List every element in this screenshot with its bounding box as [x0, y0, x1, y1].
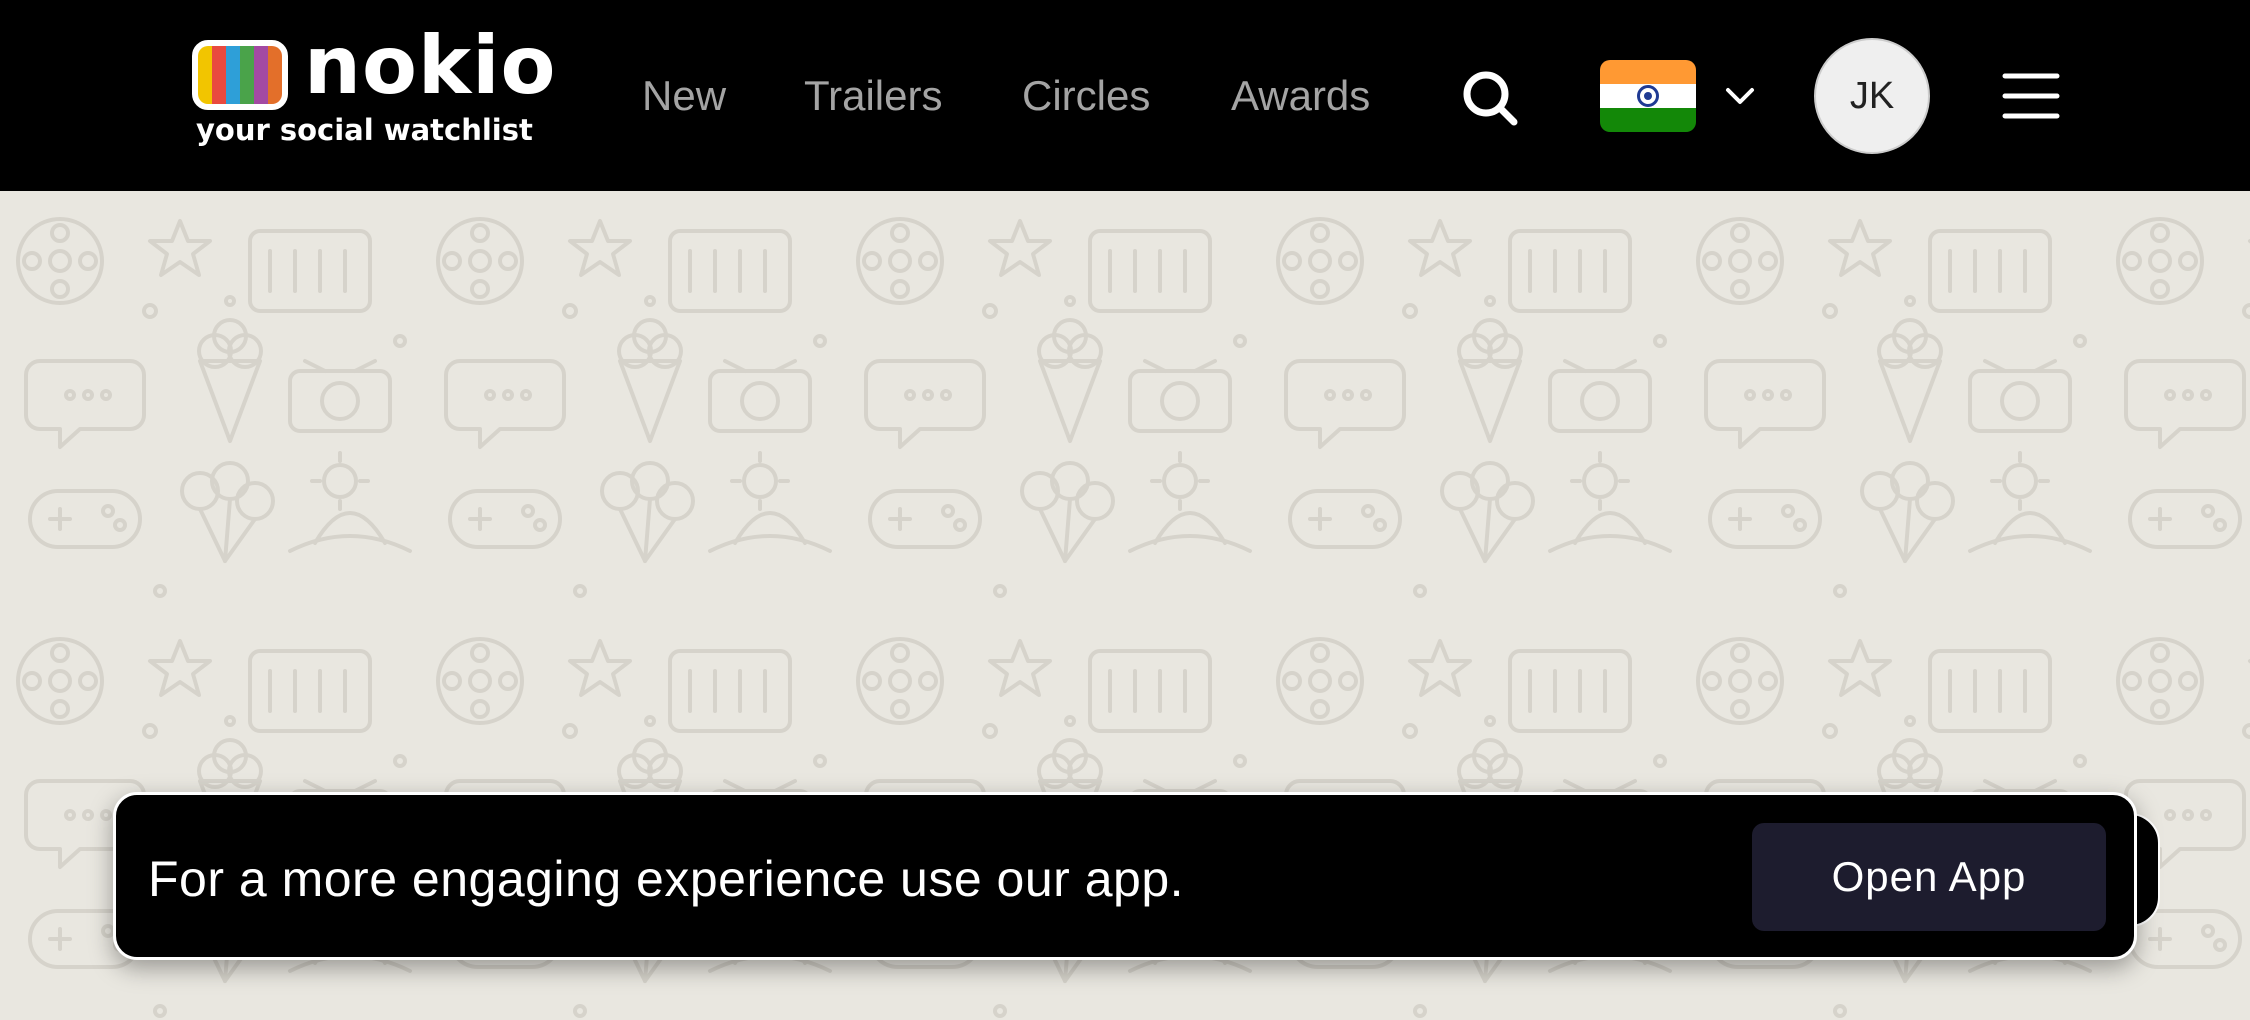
chevron-down-icon[interactable]: [1722, 82, 1758, 110]
nav-link-circles[interactable]: Circles: [1022, 70, 1150, 122]
tv-logo-icon: [192, 40, 288, 110]
nav-link-awards[interactable]: Awards: [1231, 70, 1370, 122]
tv-logo-stripe: [240, 46, 254, 104]
logo-tagline: your social watchlist: [196, 113, 533, 147]
nav-link-trailers[interactable]: Trailers: [804, 70, 942, 122]
tv-logo-stripe: [198, 46, 212, 104]
logo-wordmark: nokio: [304, 19, 557, 112]
page: nokio your social watchlist New Trailers…: [0, 0, 2250, 1020]
open-app-button[interactable]: Open App: [1752, 823, 2106, 931]
tv-logo-stripe: [226, 46, 240, 104]
app-promo-banner: For a more engaging experience use our a…: [113, 792, 2137, 960]
india-flag-icon[interactable]: [1600, 60, 1696, 132]
top-navbar: nokio your social watchlist New Trailers…: [0, 0, 2250, 191]
search-icon[interactable]: [1460, 68, 1520, 128]
nav-link-new[interactable]: New: [642, 70, 726, 122]
banner-message: For a more engaging experience use our a…: [148, 851, 1185, 907]
tv-logo-stripe: [268, 46, 282, 104]
tv-logo-stripe: [254, 46, 268, 104]
user-avatar[interactable]: JK: [1814, 38, 1930, 154]
hamburger-menu-icon[interactable]: [2002, 68, 2060, 124]
nokio-logo[interactable]: nokio your social watchlist: [192, 26, 556, 153]
tv-logo-stripe: [212, 46, 226, 104]
